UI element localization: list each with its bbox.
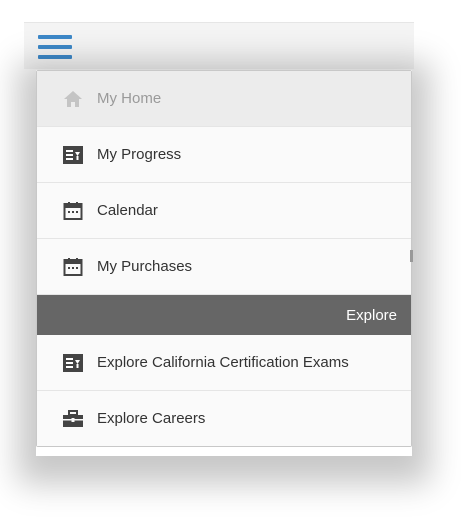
section-header-label: Explore <box>346 306 397 324</box>
menu-item-explore-exams[interactable]: Explore California Certification Exams <box>37 335 411 391</box>
briefcase-icon <box>61 407 85 431</box>
menu-item-label: Explore Careers <box>97 410 206 427</box>
menu-item-my-progress[interactable]: My Progress <box>37 127 411 183</box>
menu-item-label: My Purchases <box>97 258 193 275</box>
hamburger-line <box>38 35 72 39</box>
home-icon <box>61 87 85 111</box>
calendar-icon <box>61 199 85 223</box>
menu-item-my-home[interactable]: My Home <box>37 71 411 127</box>
explore-section-header: Explore <box>37 295 411 335</box>
top-bar <box>24 22 414 69</box>
menu-item-my-purchases[interactable]: My Purchases <box>37 239 411 295</box>
menu-item-label: Explore California Certification Exams <box>97 354 349 371</box>
menu-item-calendar[interactable]: Calendar <box>37 183 411 239</box>
page: My Home My Progress Calendar My Purchase… <box>0 0 461 530</box>
menu-item-label: My Home <box>97 90 162 107</box>
hamburger-icon[interactable] <box>38 35 72 61</box>
menu-item-explore-careers[interactable]: Explore Careers <box>37 391 411 446</box>
hamburger-line <box>38 55 72 59</box>
navigation-menu: My Home My Progress Calendar My Purchase… <box>36 70 412 447</box>
background-edge-mark <box>410 250 413 262</box>
hamburger-line <box>38 45 72 49</box>
progress-board-icon <box>61 143 85 167</box>
menu-item-label: Calendar <box>97 202 158 219</box>
exam-board-icon <box>61 351 85 375</box>
menu-item-label: My Progress <box>97 146 182 163</box>
calendar-icon <box>61 255 85 279</box>
